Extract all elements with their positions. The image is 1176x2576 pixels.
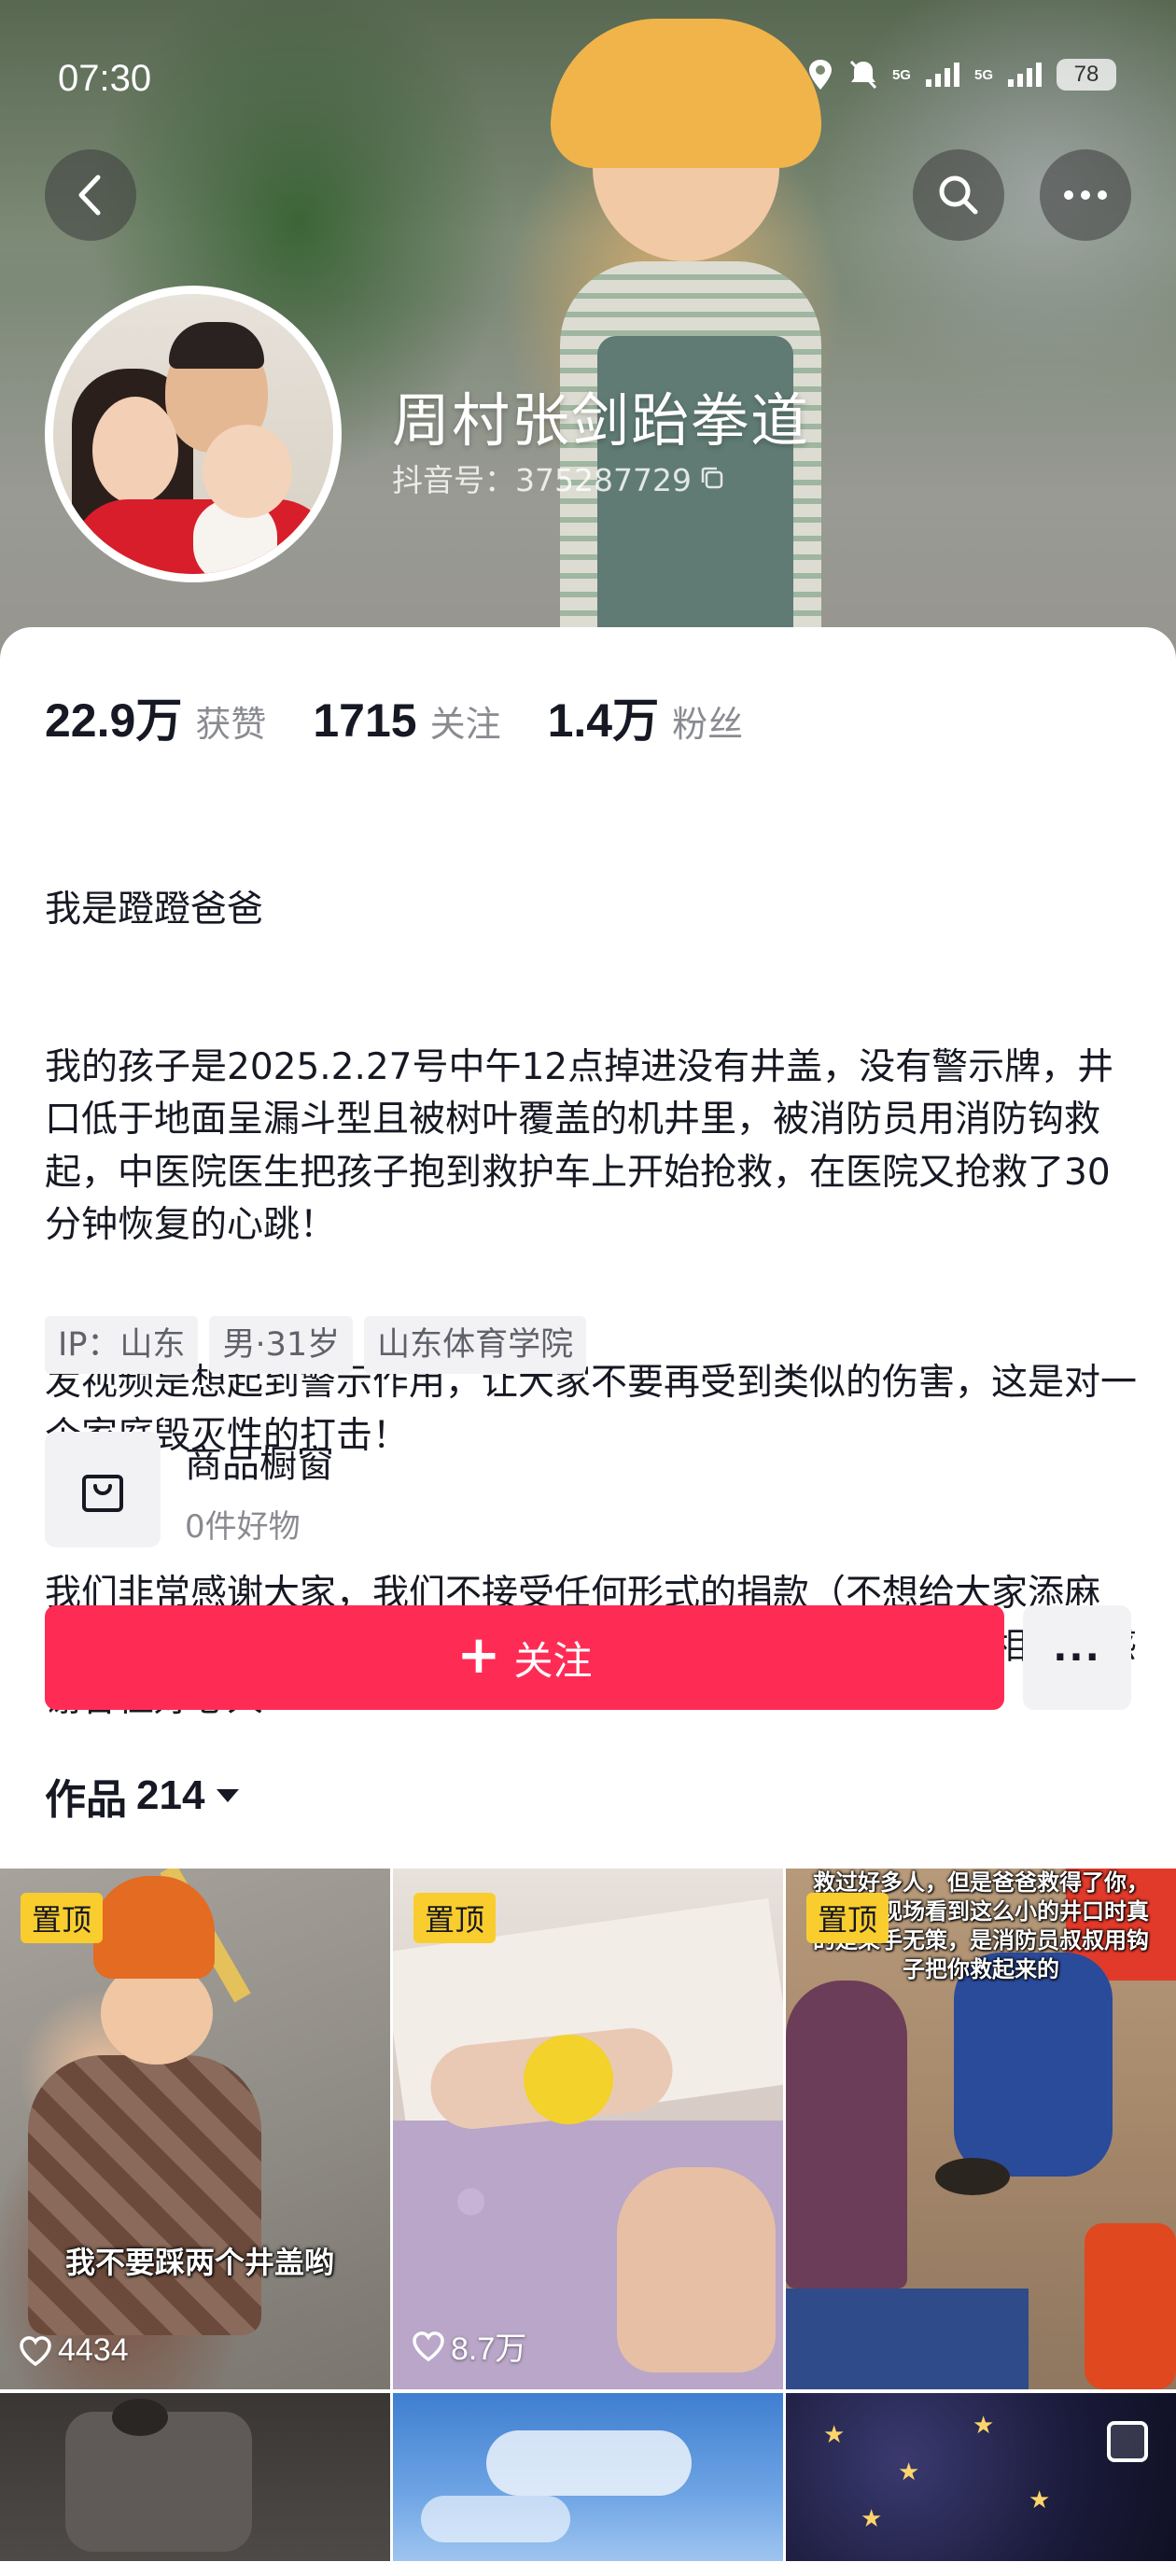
star-decoration: ★ [973,2412,995,2440]
video-tile[interactable] [393,2393,783,2561]
video-tile[interactable]: 置顶 8.7万 [393,1869,783,2389]
tile-1-child-coat [28,2055,261,2335]
tile-4-object-top [112,2399,168,2436]
showcase-title: 商品橱窗 [185,1442,334,1486]
followers-count: 1.4万 [547,694,660,747]
pinned-badge: 置顶 [806,1893,889,1943]
following-stat[interactable]: 1715 关注 [313,693,500,748]
works-label: 作品 [45,1776,127,1824]
profile-tags: IP：山东 男·31岁 山东体育学院 [45,1316,587,1374]
more-options-button[interactable] [1040,149,1131,241]
video-likes: 4434 [19,2332,129,2369]
product-showcase[interactable]: 商品橱窗 0件好物 [45,1432,698,1547]
chevron-left-icon [78,175,101,216]
status-bar: 07:30 5G 5G 78 [0,0,1176,159]
avatar-image [53,294,333,574]
bio-line: 我的孩子是2025.2.27号中午12点掉进没有井盖，没有警示牌，井口低于地面呈… [45,1046,1114,1247]
works-count: 214 [136,1772,205,1818]
star-decoration: ★ [861,2505,883,2533]
douyin-id-text: 抖音号：375287729 [392,462,692,498]
video-likes: 8.7万 [412,2323,526,2369]
avatar-woman-face [92,397,178,504]
network-label-1: 5G [891,66,911,83]
school-tag[interactable]: 山东体育学院 [364,1316,587,1374]
tile-2-hand [617,2167,776,2373]
back-button[interactable] [45,149,136,241]
pinned-badge: 置顶 [413,1893,497,1943]
profile-stats: 22.9万 获赞 1715 关注 1.4万 粉丝 [45,683,790,750]
plus-icon: + [456,1625,501,1686]
star-decoration: ★ [823,2421,846,2449]
profile-name: 周村张剑跆拳道 [392,386,811,455]
mute-icon [849,60,877,90]
heart-icon [20,2335,51,2366]
ip-location-tag: IP：山东 [45,1316,199,1374]
followers-label: 粉丝 [672,704,744,745]
likes-label: 获赞 [195,704,267,745]
signal-icon [925,63,959,87]
profile-avatar[interactable] [45,286,342,582]
network-label-2: 5G [973,66,993,83]
signal-icon-2 [1008,63,1042,87]
video-tile[interactable]: ★ ★ ★ ★ ★ [786,2393,1176,2561]
tile-5-cloud-2 [421,2496,570,2542]
tile-1-child-hat [93,1876,215,1979]
location-icon [808,60,832,90]
tile-3-well-opening [935,2158,1010,2195]
multi-image-icon [1107,2421,1148,2462]
profile-card: 22.9万 获赞 1715 关注 1.4万 粉丝 我是蹬蹬爸爸 我的孩子是202… [0,627,1176,2576]
star-decoration: ★ [898,2458,920,2486]
copy-icon[interactable] [699,465,725,491]
video-likes-count: 8.7万 [451,2331,527,2367]
status-icons: 5G 5G 78 [806,58,1116,91]
gender-age-tag: 男·31岁 [209,1316,354,1374]
works-tab[interactable]: 作品 214 [45,1766,242,1826]
avatar-baby-face [203,425,292,518]
likes-stat[interactable]: 22.9万 获赞 [45,683,266,750]
pinned-badge: 置顶 [21,1893,104,1943]
product-showcase-text: 商品橱窗 0件好物 [185,1434,334,1547]
following-label: 关注 [429,704,501,745]
battery-indicator: 78 [1057,59,1116,91]
douyin-id[interactable]: 抖音号：375287729 [392,455,725,500]
more-horizontal-icon [1064,190,1107,200]
video-tile[interactable] [0,2393,390,2561]
star-decoration: ★ [1029,2486,1051,2514]
tile-5-cloud [486,2430,692,2496]
showcase-subtitle: 0件好物 [185,1507,301,1546]
tile-3-foreground [786,2289,1029,2389]
more-actions-button[interactable]: ··· [1023,1605,1131,1710]
avatar-man-hair [169,322,264,369]
tile-3-bystander [786,1981,907,2289]
status-time: 07:30 [58,58,152,99]
video-tile[interactable]: 救过好多人，但是爸爸救得了你，当我到现场看到这么小的井口时真的是束手无策，是消防… [786,1869,1176,2389]
video-caption: 我不要踩两个井盖哟 [64,2245,334,2280]
video-likes-count: 4434 [58,2332,129,2368]
likes-count: 22.9万 [45,694,183,747]
tile-2-toy [524,2035,613,2124]
tile-3-rescuer [954,1953,1113,2177]
followers-stat[interactable]: 1.4万 粉丝 [548,683,744,750]
following-count: 1715 [313,694,417,747]
search-icon [939,175,978,215]
shopping-bag-icon [45,1432,161,1547]
follow-button[interactable]: + 关注 [45,1605,1004,1710]
caret-down-icon [217,1789,240,1802]
video-tile[interactable]: 置顶 我不要踩两个井盖哟 4434 [0,1869,390,2389]
heart-icon [413,2331,444,2361]
search-button[interactable] [913,149,1004,241]
tile-3-firefighter-2 [1085,2223,1176,2389]
follow-label: 关注 [513,1637,593,1684]
tile-4-object [65,2412,252,2552]
bio-line: 我是蹬蹬爸爸 [45,888,264,931]
